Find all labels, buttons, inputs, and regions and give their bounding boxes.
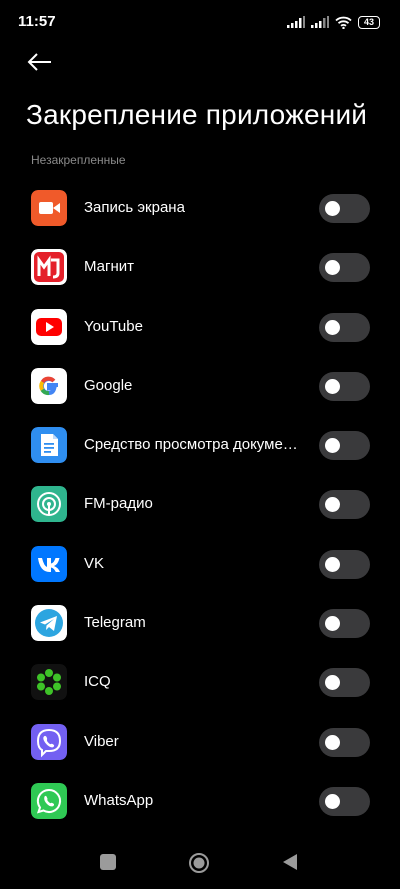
app-name: Запись экрана — [84, 199, 185, 216]
pin-toggle[interactable] — [319, 609, 370, 639]
list-item[interactable]: Запись экрана — [0, 179, 400, 238]
list-item[interactable]: Средство просмотра документ… — [0, 416, 400, 475]
magnit-icon — [31, 249, 67, 286]
toggle-knob — [325, 201, 340, 216]
screen-recorder-icon — [31, 190, 67, 226]
whatsapp-icon — [31, 782, 67, 819]
pin-toggle[interactable] — [319, 549, 370, 579]
fm-radio-icon — [31, 486, 67, 523]
app-name: Средство просмотра документ… — [84, 436, 304, 454]
recents-button[interactable] — [99, 853, 117, 876]
back-nav-button[interactable] — [282, 853, 298, 876]
pin-toggle[interactable] — [319, 490, 370, 520]
pin-toggle[interactable] — [319, 371, 370, 401]
list-item[interactable]: Telegram — [0, 594, 400, 653]
list-item[interactable]: Магнит — [0, 238, 400, 297]
telegram-icon — [31, 605, 67, 642]
pin-toggle[interactable] — [319, 312, 370, 342]
wifi-icon — [335, 16, 352, 29]
list-item[interactable]: ICQ — [0, 653, 400, 712]
app-list: Запись экрана Магнит YouTube Google Сред… — [0, 179, 400, 831]
home-button[interactable] — [188, 852, 210, 879]
list-item[interactable]: Google — [0, 357, 400, 416]
section-header-unpinned: Незакрепленные — [31, 153, 126, 167]
list-item[interactable]: YouTube — [0, 298, 400, 357]
arrow-left-icon — [27, 53, 51, 71]
pin-toggle[interactable] — [319, 727, 370, 757]
app-pinning-screen: 11:57 43 Закрепление приложений Незакреп… — [0, 0, 400, 889]
status-time: 11:57 — [18, 13, 56, 30]
circle-icon — [189, 853, 209, 873]
pin-toggle[interactable] — [319, 194, 370, 223]
toggle-knob — [325, 556, 340, 572]
list-item[interactable]: WhatsApp — [0, 772, 400, 831]
square-icon — [100, 854, 116, 870]
toggle-knob — [325, 319, 340, 335]
app-name: Viber — [84, 732, 119, 750]
toggle-knob — [325, 616, 340, 632]
icq-icon — [31, 664, 67, 701]
document-viewer-icon — [31, 427, 67, 464]
list-item[interactable]: FM-радио — [0, 475, 400, 534]
google-icon — [31, 367, 67, 404]
toggle-knob — [325, 260, 340, 276]
app-name: ICQ — [84, 673, 111, 691]
triangle-left-icon — [283, 854, 297, 870]
app-name: Магнит — [84, 258, 135, 276]
app-name: VK — [84, 554, 105, 572]
toggle-knob — [325, 438, 340, 454]
app-name: Telegram — [84, 614, 146, 632]
youtube-icon — [31, 308, 67, 345]
vk-icon — [31, 545, 67, 582]
toggle-knob — [325, 675, 340, 691]
app-name: FM-радио — [84, 495, 153, 513]
battery-icon: 43 — [358, 15, 380, 29]
toggle-knob — [325, 793, 340, 809]
pin-toggle[interactable] — [319, 786, 370, 816]
page-title: Закрепление приложений — [26, 99, 368, 130]
status-icons: 43 — [287, 14, 380, 30]
viber-icon — [31, 723, 67, 760]
toggle-knob — [325, 497, 340, 513]
signal-1-icon — [287, 16, 305, 28]
app-name: WhatsApp — [84, 791, 154, 809]
pin-toggle[interactable] — [319, 431, 370, 461]
app-name: YouTube — [84, 317, 143, 335]
app-name: Google — [84, 376, 133, 394]
pin-toggle[interactable] — [319, 668, 370, 698]
navigation-bar — [0, 838, 400, 889]
status-bar: 11:57 43 — [0, 0, 400, 44]
signal-2-icon — [311, 16, 329, 28]
back-button[interactable] — [22, 47, 56, 77]
list-item[interactable]: Viber — [0, 713, 400, 772]
toggle-knob — [325, 734, 340, 750]
pin-toggle[interactable] — [319, 253, 370, 283]
toggle-knob — [325, 378, 340, 394]
list-item[interactable]: VK — [0, 535, 400, 594]
